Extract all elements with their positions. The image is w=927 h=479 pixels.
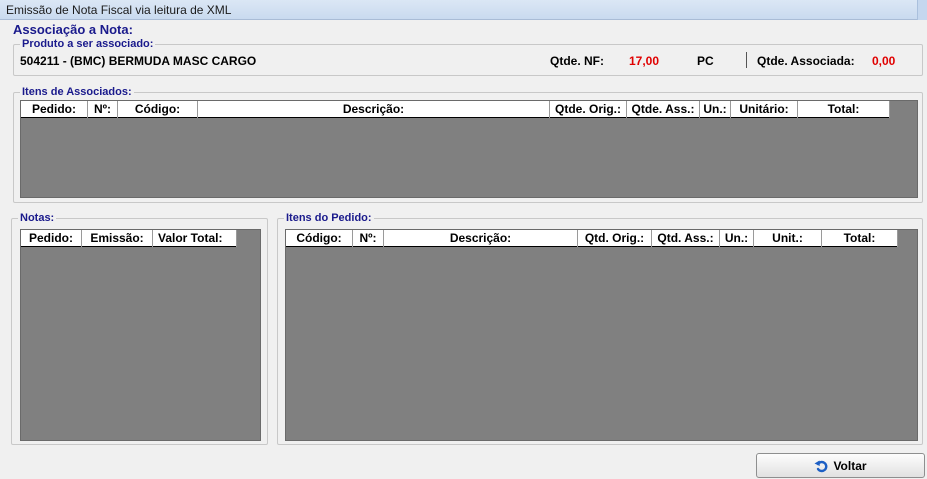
itens-pedido-header: Código: Nº: Descrição: Qtd. Orig.: Qtd. … (286, 230, 898, 247)
itens-associados-header: Pedido: Nº: Código: Descrição: Qtde. Ori… (21, 101, 890, 118)
column-header[interactable]: Descrição: (384, 230, 578, 247)
notas-header: Pedido: Emissão: Valor Total: (21, 230, 237, 247)
itens-associados-legend: Itens de Associados: (20, 85, 134, 99)
column-header[interactable]: Unit.: (754, 230, 822, 247)
voltar-button[interactable]: Voltar (756, 453, 925, 478)
title-bar: Emissão de Nota Fiscal via leitura de XM… (0, 0, 927, 20)
window-title: Emissão de Nota Fiscal via leitura de XM… (6, 3, 232, 17)
qtde-nf-value: 17,00 (629, 54, 660, 68)
column-header[interactable]: Qtd. Orig.: (578, 230, 652, 247)
column-header[interactable]: Un.: (720, 230, 754, 247)
notas-group: Notas: Pedido: Emissão: Valor Total: (11, 211, 268, 445)
undo-arrow-icon (814, 459, 828, 473)
produto-legend: Produto a ser associado: (20, 37, 156, 51)
divider (746, 52, 747, 68)
window-control[interactable] (917, 0, 927, 20)
column-header[interactable]: Total: (798, 101, 890, 118)
column-header[interactable]: Descrição: (198, 101, 550, 118)
qtde-nf-label: Qtde. NF: (550, 54, 604, 68)
voltar-label: Voltar (833, 458, 867, 473)
column-header[interactable]: Un.: (700, 101, 731, 118)
column-header[interactable]: Emissão: (82, 230, 153, 247)
notas-legend: Notas: (18, 211, 57, 225)
column-header[interactable]: Valor Total: (153, 230, 237, 247)
qtde-associada-value: 0,00 (872, 54, 896, 68)
section-title: Associação a Nota: (13, 22, 133, 37)
column-header[interactable]: Nº: (353, 230, 384, 247)
column-header[interactable]: Qtde. Orig.: (550, 101, 627, 118)
column-header[interactable]: Código: (286, 230, 353, 247)
notas-grid[interactable]: Pedido: Emissão: Valor Total: (20, 229, 261, 441)
itens-associados-group: Itens de Associados: Pedido: Nº: Código:… (13, 85, 923, 203)
column-header[interactable]: Qtde. Ass.: (627, 101, 700, 118)
column-header[interactable]: Pedido: (21, 101, 88, 118)
unit-label: PC (697, 54, 714, 68)
itens-pedido-group: Itens do Pedido: Código: Nº: Descrição: … (277, 211, 923, 445)
qtde-associada-label: Qtde. Associada: (757, 54, 855, 68)
column-header[interactable]: Qtd. Ass.: (652, 230, 720, 247)
itens-associados-grid[interactable]: Pedido: Nº: Código: Descrição: Qtde. Ori… (20, 100, 918, 198)
produto-group: Produto a ser associado: 504211 - (BMC) … (13, 37, 923, 76)
itens-pedido-legend: Itens do Pedido: (284, 211, 374, 225)
column-header[interactable]: Nº: (88, 101, 118, 118)
itens-pedido-grid[interactable]: Código: Nº: Descrição: Qtd. Orig.: Qtd. … (285, 229, 918, 441)
column-header[interactable]: Código: (118, 101, 198, 118)
column-header[interactable]: Unitário: (731, 101, 798, 118)
column-header[interactable]: Total: (822, 230, 898, 247)
column-header[interactable]: Pedido: (21, 230, 82, 247)
produto-name: 504211 - (BMC) BERMUDA MASC CARGO (20, 54, 257, 68)
